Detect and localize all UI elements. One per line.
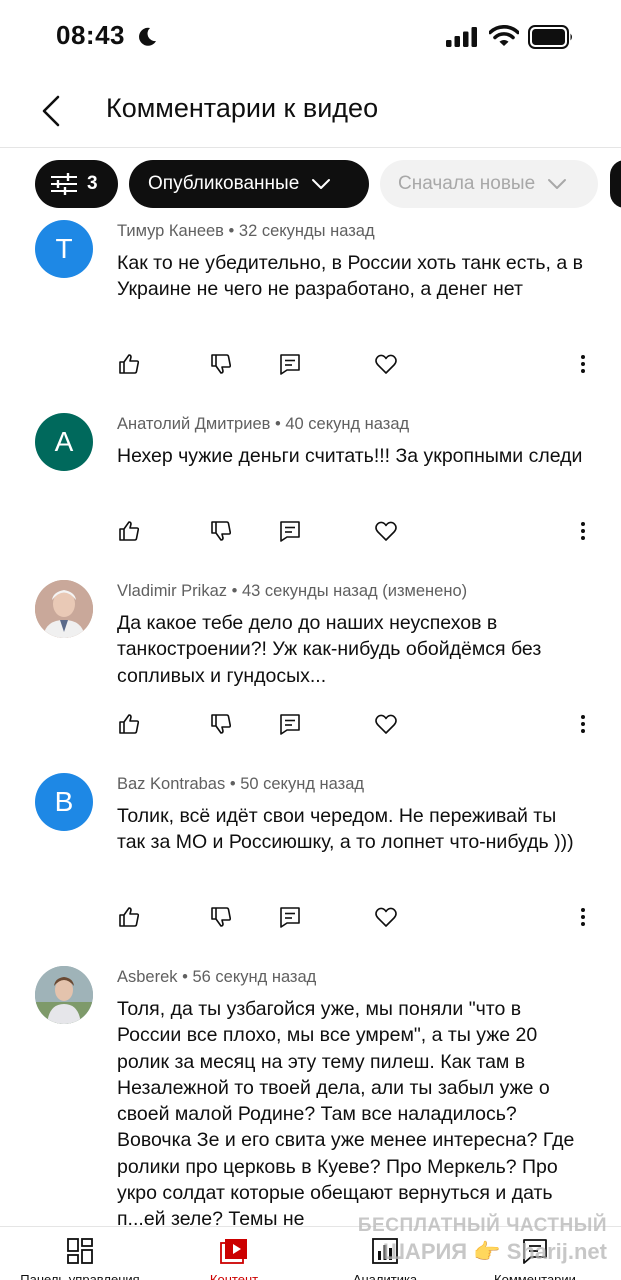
reply-icon[interactable] bbox=[278, 712, 302, 736]
user-photo-icon bbox=[35, 580, 93, 638]
heart-icon[interactable] bbox=[374, 352, 398, 376]
avatar[interactable] bbox=[35, 580, 93, 638]
comment-text: Как то не убедительно, в России хоть тан… bbox=[117, 252, 584, 301]
tab-comments[interactable]: Комментарии bbox=[460, 1227, 610, 1280]
comment-actions bbox=[0, 349, 621, 379]
avatar[interactable]: А bbox=[35, 413, 93, 471]
filter-count: 3 bbox=[87, 173, 98, 194]
dislike-icon[interactable] bbox=[209, 905, 233, 929]
comment-author[interactable]: Анатолий Дмитриев bbox=[117, 415, 270, 433]
filter-button[interactable]: 3 bbox=[35, 160, 118, 208]
bottom-tab-bar: Панель управления Контент Аналитика Комм… bbox=[0, 1226, 621, 1280]
comment-text: Да какое тебе дело до наших неуспехов в … bbox=[117, 612, 542, 687]
avatar-letter: Т bbox=[55, 233, 73, 264]
dislike-icon[interactable] bbox=[209, 712, 233, 736]
dislike-icon[interactable] bbox=[209, 519, 233, 543]
comment-text: Толя, да ты узбагойся уже, мы поняли "чт… bbox=[117, 998, 575, 1231]
tab-content[interactable]: Контент bbox=[159, 1227, 309, 1280]
avatar[interactable] bbox=[35, 966, 93, 1024]
avatar-letter: А bbox=[54, 426, 74, 457]
comment-author[interactable]: Baz Kontrabas bbox=[117, 775, 225, 793]
comment-actions bbox=[0, 902, 621, 932]
sort-dropdown-label: Сначала новые bbox=[398, 173, 536, 194]
dashboard-icon bbox=[67, 1238, 93, 1264]
filter-bar: 3 Опубликованные Сначала новые bbox=[0, 160, 621, 210]
more-options-icon[interactable] bbox=[571, 905, 595, 929]
comment-time: 50 секунд назад bbox=[240, 775, 365, 793]
comment-meta: Asberek • 56 секунд назад bbox=[117, 968, 317, 986]
status-time: 08:43 bbox=[56, 20, 125, 50]
comment-author[interactable]: Asberek bbox=[117, 968, 178, 986]
sort-dropdown[interactable]: Сначала новые bbox=[380, 160, 598, 208]
heart-icon[interactable] bbox=[374, 519, 398, 543]
reply-icon[interactable] bbox=[278, 352, 302, 376]
avatar-letter: B bbox=[54, 786, 74, 817]
comment-author[interactable]: Тимур Канеев bbox=[117, 222, 224, 240]
status-dropdown-label: Опубликованные bbox=[148, 173, 300, 194]
page-title: Комментарии к видео bbox=[106, 93, 379, 123]
tab-label: Контент bbox=[209, 1272, 259, 1280]
comment-actions bbox=[0, 516, 621, 546]
heart-icon[interactable] bbox=[374, 712, 398, 736]
heart-icon[interactable] bbox=[374, 905, 398, 929]
chevron-down-icon bbox=[548, 179, 567, 189]
comment-time: 56 секунд назад bbox=[192, 968, 317, 986]
comment-meta: Vladimir Prikaz • 43 секунды назад (изме… bbox=[117, 582, 468, 600]
comment-time: 40 секунд назад bbox=[285, 415, 410, 433]
reply-icon[interactable] bbox=[278, 905, 302, 929]
avatar[interactable]: Т bbox=[35, 220, 93, 278]
tab-label: Панель управления bbox=[20, 1272, 140, 1280]
tab-label: Аналитика bbox=[352, 1272, 418, 1280]
tab-analytics[interactable]: Аналитика bbox=[310, 1227, 460, 1280]
moon-icon bbox=[139, 27, 156, 46]
dislike-icon[interactable] bbox=[209, 352, 233, 376]
more-options-icon[interactable] bbox=[571, 352, 595, 376]
analytics-icon bbox=[372, 1238, 398, 1264]
reply-icon[interactable] bbox=[278, 519, 302, 543]
tab-label: Комментарии bbox=[494, 1272, 576, 1280]
status-dropdown[interactable]: Опубликованные bbox=[129, 160, 369, 208]
comments-icon bbox=[523, 1239, 547, 1264]
avatar[interactable]: B bbox=[35, 773, 93, 831]
content-icon bbox=[220, 1239, 247, 1264]
cellular-signal-icon bbox=[446, 27, 477, 47]
comment-meta: Baz Kontrabas • 50 секунд назад bbox=[117, 775, 365, 793]
comment-time: 32 секунды назад bbox=[238, 222, 375, 240]
sliders-icon bbox=[51, 173, 77, 195]
like-icon[interactable] bbox=[117, 712, 141, 736]
user-photo-icon bbox=[35, 966, 93, 1024]
like-icon[interactable] bbox=[117, 905, 141, 929]
comment-time: 43 секунды назад (изменено) bbox=[241, 582, 468, 600]
more-options-icon[interactable] bbox=[571, 519, 595, 543]
wifi-icon bbox=[489, 25, 519, 46]
header: Комментарии к видео bbox=[0, 76, 621, 148]
status-bar: 08:43 bbox=[0, 0, 621, 76]
more-options-icon[interactable] bbox=[571, 712, 595, 736]
comment-text: Толик, всё идёт свои чередом. Не пережив… bbox=[117, 805, 574, 854]
back-arrow-icon[interactable] bbox=[36, 92, 70, 130]
chevron-down-icon bbox=[312, 179, 331, 189]
like-icon[interactable] bbox=[117, 519, 141, 543]
tab-dashboard[interactable]: Панель управления bbox=[5, 1227, 155, 1280]
like-icon[interactable] bbox=[117, 352, 141, 376]
comment-author[interactable]: Vladimir Prikaz bbox=[117, 582, 227, 600]
comment-actions bbox=[0, 709, 621, 739]
comment-meta: Тимур Канеев • 32 секунды назад bbox=[117, 222, 375, 240]
battery-icon bbox=[528, 25, 572, 49]
comment-text: Нехер чужие деньги считать!!! За укропны… bbox=[117, 445, 583, 467]
more-filters-chip[interactable] bbox=[610, 160, 621, 208]
comment-meta: Анатолий Дмитриев • 40 секунд назад bbox=[117, 415, 410, 433]
